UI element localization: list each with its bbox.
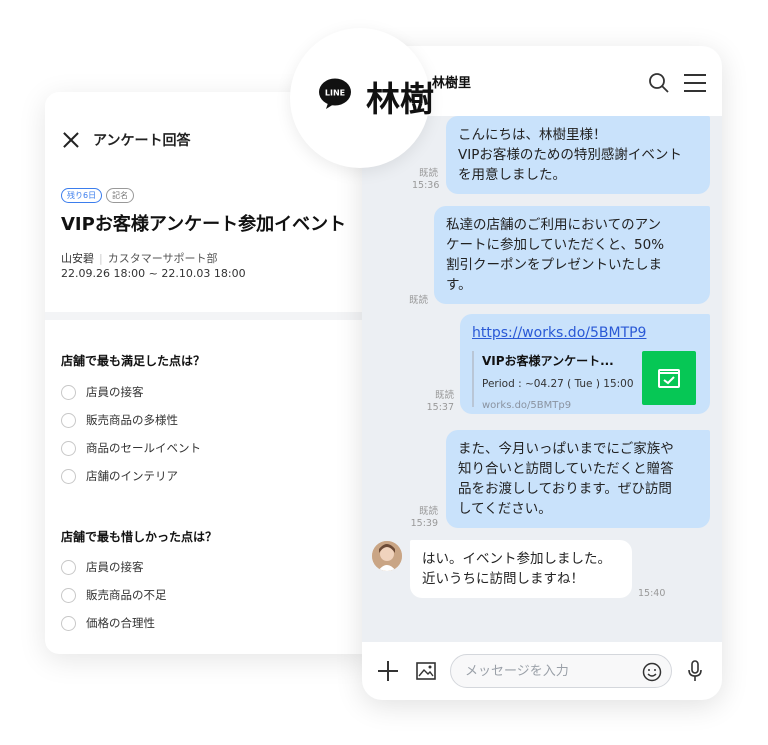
- radio-button[interactable]: [61, 559, 76, 575]
- option-label: 店員の接客: [86, 385, 144, 399]
- badge-row: 残り6日 記名: [61, 188, 135, 203]
- radio-button[interactable]: [61, 384, 76, 400]
- radio-option[interactable]: 販売商品の多様性: [61, 411, 178, 429]
- message-time: 15:36: [412, 180, 440, 191]
- message-time: 15:40: [638, 588, 666, 599]
- incoming-message: はい。イベント参加しました。 近いうちに訪問しますね！: [410, 540, 632, 598]
- author-name: 山安碧: [61, 252, 94, 265]
- separator: |: [99, 252, 103, 265]
- microphone-icon[interactable]: [687, 660, 703, 682]
- plus-icon[interactable]: [378, 661, 398, 681]
- event-title: VIPお客様アンケート参加イベント: [61, 214, 347, 235]
- read-status: 既読: [418, 168, 438, 179]
- message-time: 15:39: [410, 518, 438, 529]
- survey-thumbnail: [642, 351, 696, 405]
- days-left-badge: 残り6日: [61, 188, 103, 203]
- department: カスタマーサポート部: [107, 252, 218, 265]
- message-meta: 既読 15:37: [424, 390, 454, 414]
- option-label: 販売商品の多様性: [86, 413, 178, 427]
- question-title: 店舗で最も惜しかった点は？: [61, 530, 218, 544]
- person-icon: [372, 541, 402, 571]
- survey-link[interactable]: https://works.do/5BMTP9: [472, 323, 698, 343]
- radio-button[interactable]: [61, 587, 76, 603]
- checkbox-icon: [658, 369, 680, 388]
- outgoing-message: また、今月いっぱいまでにご家族や 知り合いと訪問していただくと贈答 品をお渡しし…: [446, 430, 710, 528]
- radio-button[interactable]: [61, 440, 76, 456]
- message-time: 15:37: [426, 402, 454, 413]
- option-label: 店員の接客: [86, 560, 144, 574]
- link-preview[interactable]: VIPお客様アンケート... Period : ~04.27 ( Tue ) 1…: [472, 351, 696, 411]
- radio-button[interactable]: [61, 468, 76, 484]
- close-icon[interactable]: [63, 132, 79, 148]
- survey-panel: アンケート回答 残り6日 記名 VIPお客様アンケート参加イベント 山安碧 | カス…: [45, 92, 375, 654]
- outgoing-message: こんにちは、林樹里様！ VIPお客様のための特別感謝イベント を用意しました。: [446, 116, 710, 194]
- emoji-icon[interactable]: [642, 662, 662, 682]
- contact-name-large: 林樹: [366, 80, 434, 120]
- menu-icon[interactable]: [684, 74, 706, 92]
- svg-text:LINE: LINE: [325, 89, 345, 98]
- message-meta: 既読 15:36: [412, 168, 440, 192]
- message-meta: 既読: [402, 295, 428, 307]
- survey-period: 22.09.26 18:00 ~ 22.10.03 18:00: [61, 267, 246, 280]
- chat-window: 林樹里 既読 15:36 こんにちは、林樹里様！ VIPお客様のための特別感謝イベ…: [362, 46, 722, 700]
- read-status: 既読: [418, 506, 438, 517]
- radio-option[interactable]: 店員の接客: [61, 558, 144, 576]
- link-message: https://works.do/5BMTP9 VIPお客様アンケート... P…: [460, 314, 710, 414]
- message-meta: 既読 15:39: [408, 506, 438, 530]
- line-logo-icon: LINE: [319, 78, 351, 109]
- option-label: 商品のセールイベント: [86, 441, 201, 455]
- author-line: 山安碧 | カスタマーサポート部: [61, 250, 218, 266]
- radio-option[interactable]: 価格の合理性: [61, 614, 155, 632]
- search-icon[interactable]: [648, 72, 670, 94]
- section-divider: [45, 312, 375, 320]
- read-status: 既読: [408, 295, 428, 306]
- image-icon[interactable]: [416, 662, 436, 680]
- radio-option[interactable]: 店員の接客: [61, 383, 144, 401]
- message-input[interactable]: [450, 654, 672, 688]
- radio-option[interactable]: 販売商品の不足: [61, 586, 167, 604]
- contact-name-badge: LINE 林樹: [290, 28, 434, 168]
- named-badge: 記名: [106, 188, 135, 203]
- input-bar: [362, 642, 722, 700]
- radio-button[interactable]: [61, 412, 76, 428]
- option-label: 販売商品の不足: [86, 588, 167, 602]
- read-status: 既読: [434, 390, 454, 401]
- contact-name: 林樹里: [432, 76, 472, 91]
- radio-option[interactable]: 店舗のインテリア: [61, 467, 178, 485]
- survey-header: アンケート回答: [63, 128, 190, 152]
- radio-button[interactable]: [61, 615, 76, 631]
- outgoing-message: 私達の店舗のご利用においてのアン ケートに参加していただくと、50% 割引クーポ…: [434, 206, 710, 304]
- question-title: 店舗で最も満足した点は？: [61, 354, 206, 368]
- avatar[interactable]: [372, 541, 402, 571]
- option-label: 価格の合理性: [86, 616, 155, 630]
- radio-option[interactable]: 商品のセールイベント: [61, 439, 201, 457]
- option-label: 店舗のインテリア: [86, 469, 178, 483]
- survey-header-title: アンケート回答: [93, 133, 191, 149]
